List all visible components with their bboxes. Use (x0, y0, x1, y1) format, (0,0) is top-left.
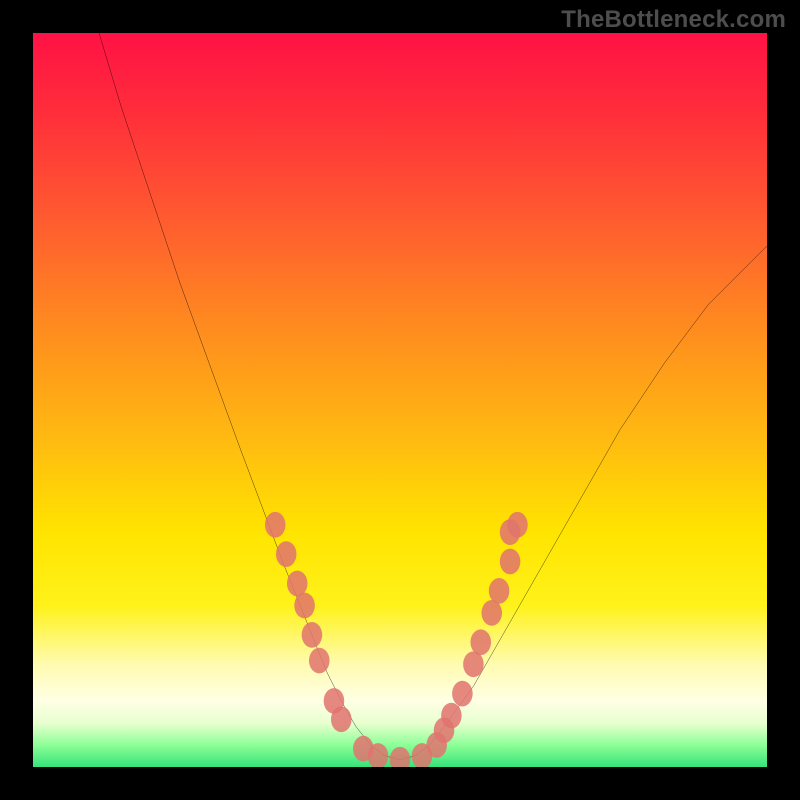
bottleneck-curve (99, 33, 767, 760)
chart-frame: TheBottleneck.com (0, 0, 800, 800)
marker-dot (481, 600, 502, 626)
scatter-markers (265, 512, 528, 767)
marker-dot (294, 593, 315, 619)
marker-dot (441, 703, 462, 729)
marker-dot (507, 512, 528, 538)
watermark-text: TheBottleneck.com (561, 6, 786, 34)
marker-dot (287, 571, 308, 597)
marker-dot (276, 541, 297, 567)
marker-dot (489, 578, 510, 604)
marker-dot (390, 747, 411, 767)
marker-dot (452, 681, 473, 707)
marker-dot (463, 651, 484, 677)
marker-dot (302, 622, 323, 648)
marker-dot (470, 629, 491, 655)
marker-dot (500, 549, 521, 575)
plot-area (33, 33, 767, 767)
marker-dot (265, 512, 286, 538)
marker-dot (309, 648, 330, 674)
curve-layer (33, 33, 767, 767)
marker-dot (331, 706, 352, 732)
